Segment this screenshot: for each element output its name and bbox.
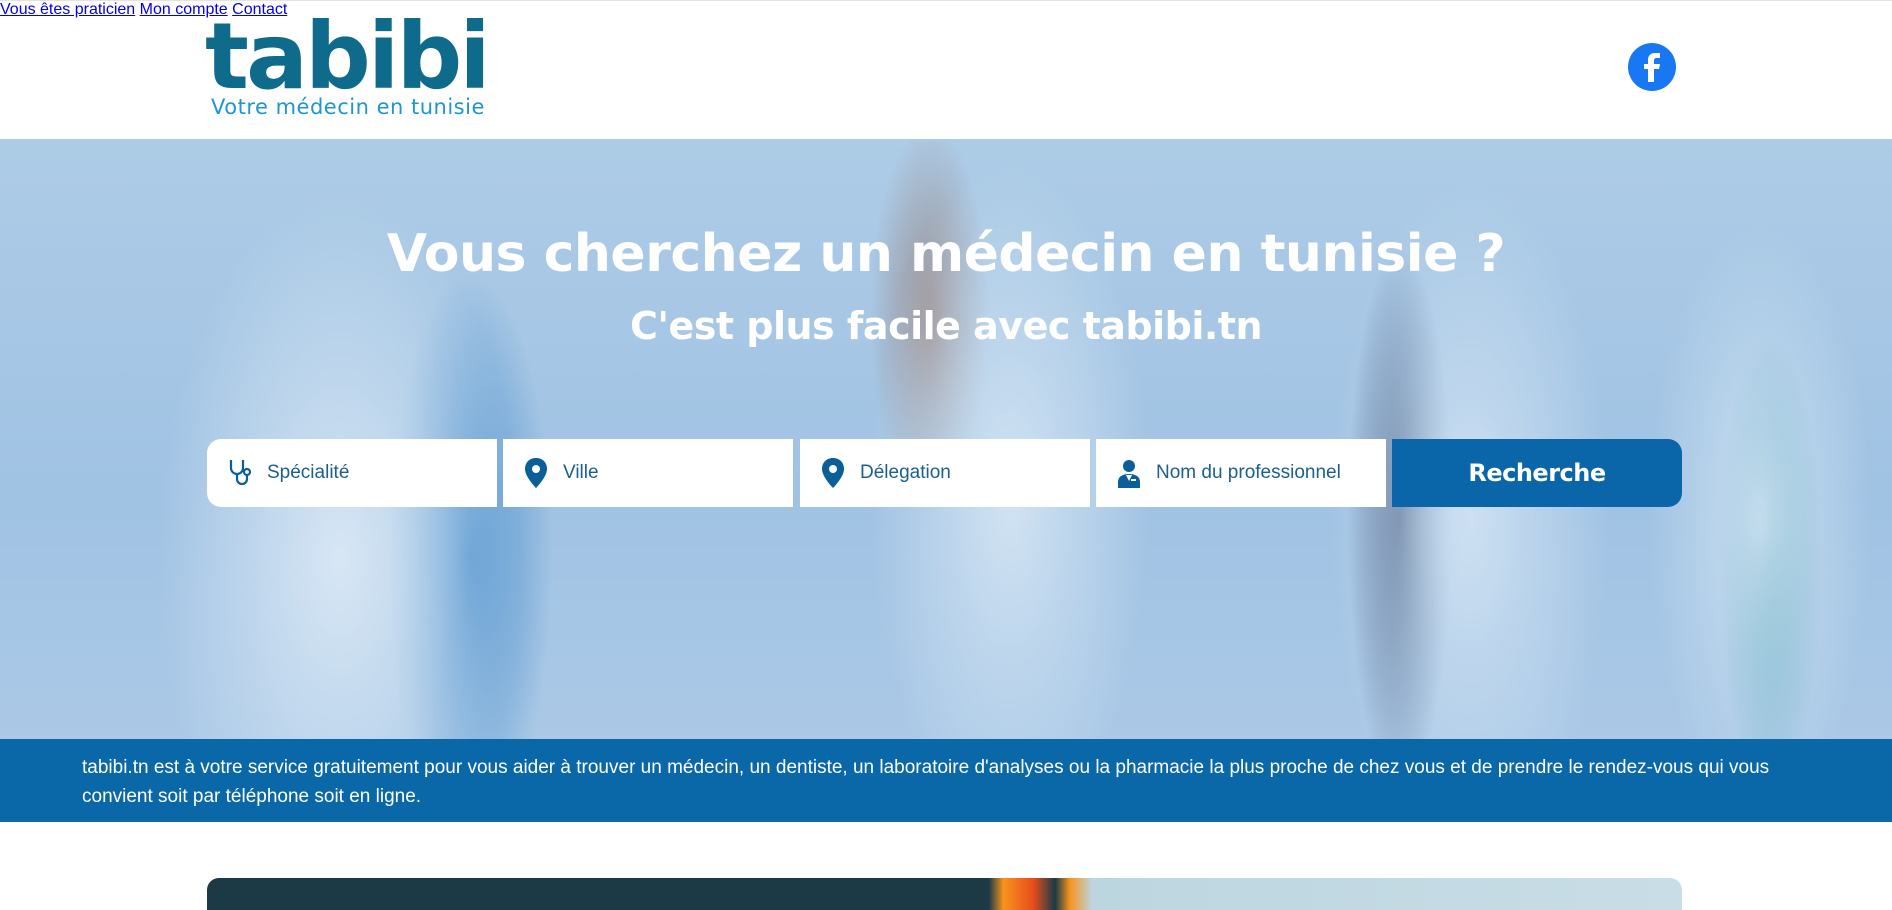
- site-header: tabibi Votre médecin en tunisie Vous ête…: [0, 0, 1892, 139]
- info-text: tabibi.tn est à votre service gratuiteme…: [82, 757, 1770, 807]
- hero-subtitle: C'est plus facile avec tabibi.tn: [629, 304, 1263, 348]
- facebook-icon[interactable]: [1628, 43, 1676, 91]
- logo-tagline: Votre médecin en tunisie: [211, 95, 485, 119]
- ville-field[interactable]: [503, 439, 793, 507]
- specialite-field[interactable]: [207, 439, 497, 507]
- ville-input[interactable]: [563, 462, 763, 484]
- nav-link-praticien[interactable]: Vous êtes praticien: [0, 1, 135, 18]
- professionnel-input[interactable]: [1156, 462, 1356, 484]
- delegation-input[interactable]: [860, 462, 1060, 484]
- professionnel-field[interactable]: [1096, 439, 1386, 507]
- delegation-field[interactable]: [800, 439, 1090, 507]
- facebook-f-icon: [1644, 53, 1660, 82]
- stethoscope-icon: [225, 458, 255, 488]
- specialite-input[interactable]: [267, 462, 467, 484]
- map-pin-icon: [818, 458, 848, 488]
- tabibi-logo[interactable]: tabibi Votre médecin en tunisie: [205, 7, 491, 123]
- recherche-button[interactable]: Recherche: [1392, 439, 1682, 507]
- hero-section: Vous cherchez un médecin en tunisie ? C'…: [0, 139, 1892, 739]
- logo-wordmark: tabibi: [205, 3, 491, 110]
- hero-title: Vous cherchez un médecin en tunisie ?: [386, 224, 1506, 284]
- doctor-icon: [1114, 458, 1144, 488]
- promo-banner: [207, 878, 1682, 910]
- map-pin-icon: [521, 458, 551, 488]
- info-band: tabibi.tn est à votre service gratuiteme…: [0, 739, 1892, 822]
